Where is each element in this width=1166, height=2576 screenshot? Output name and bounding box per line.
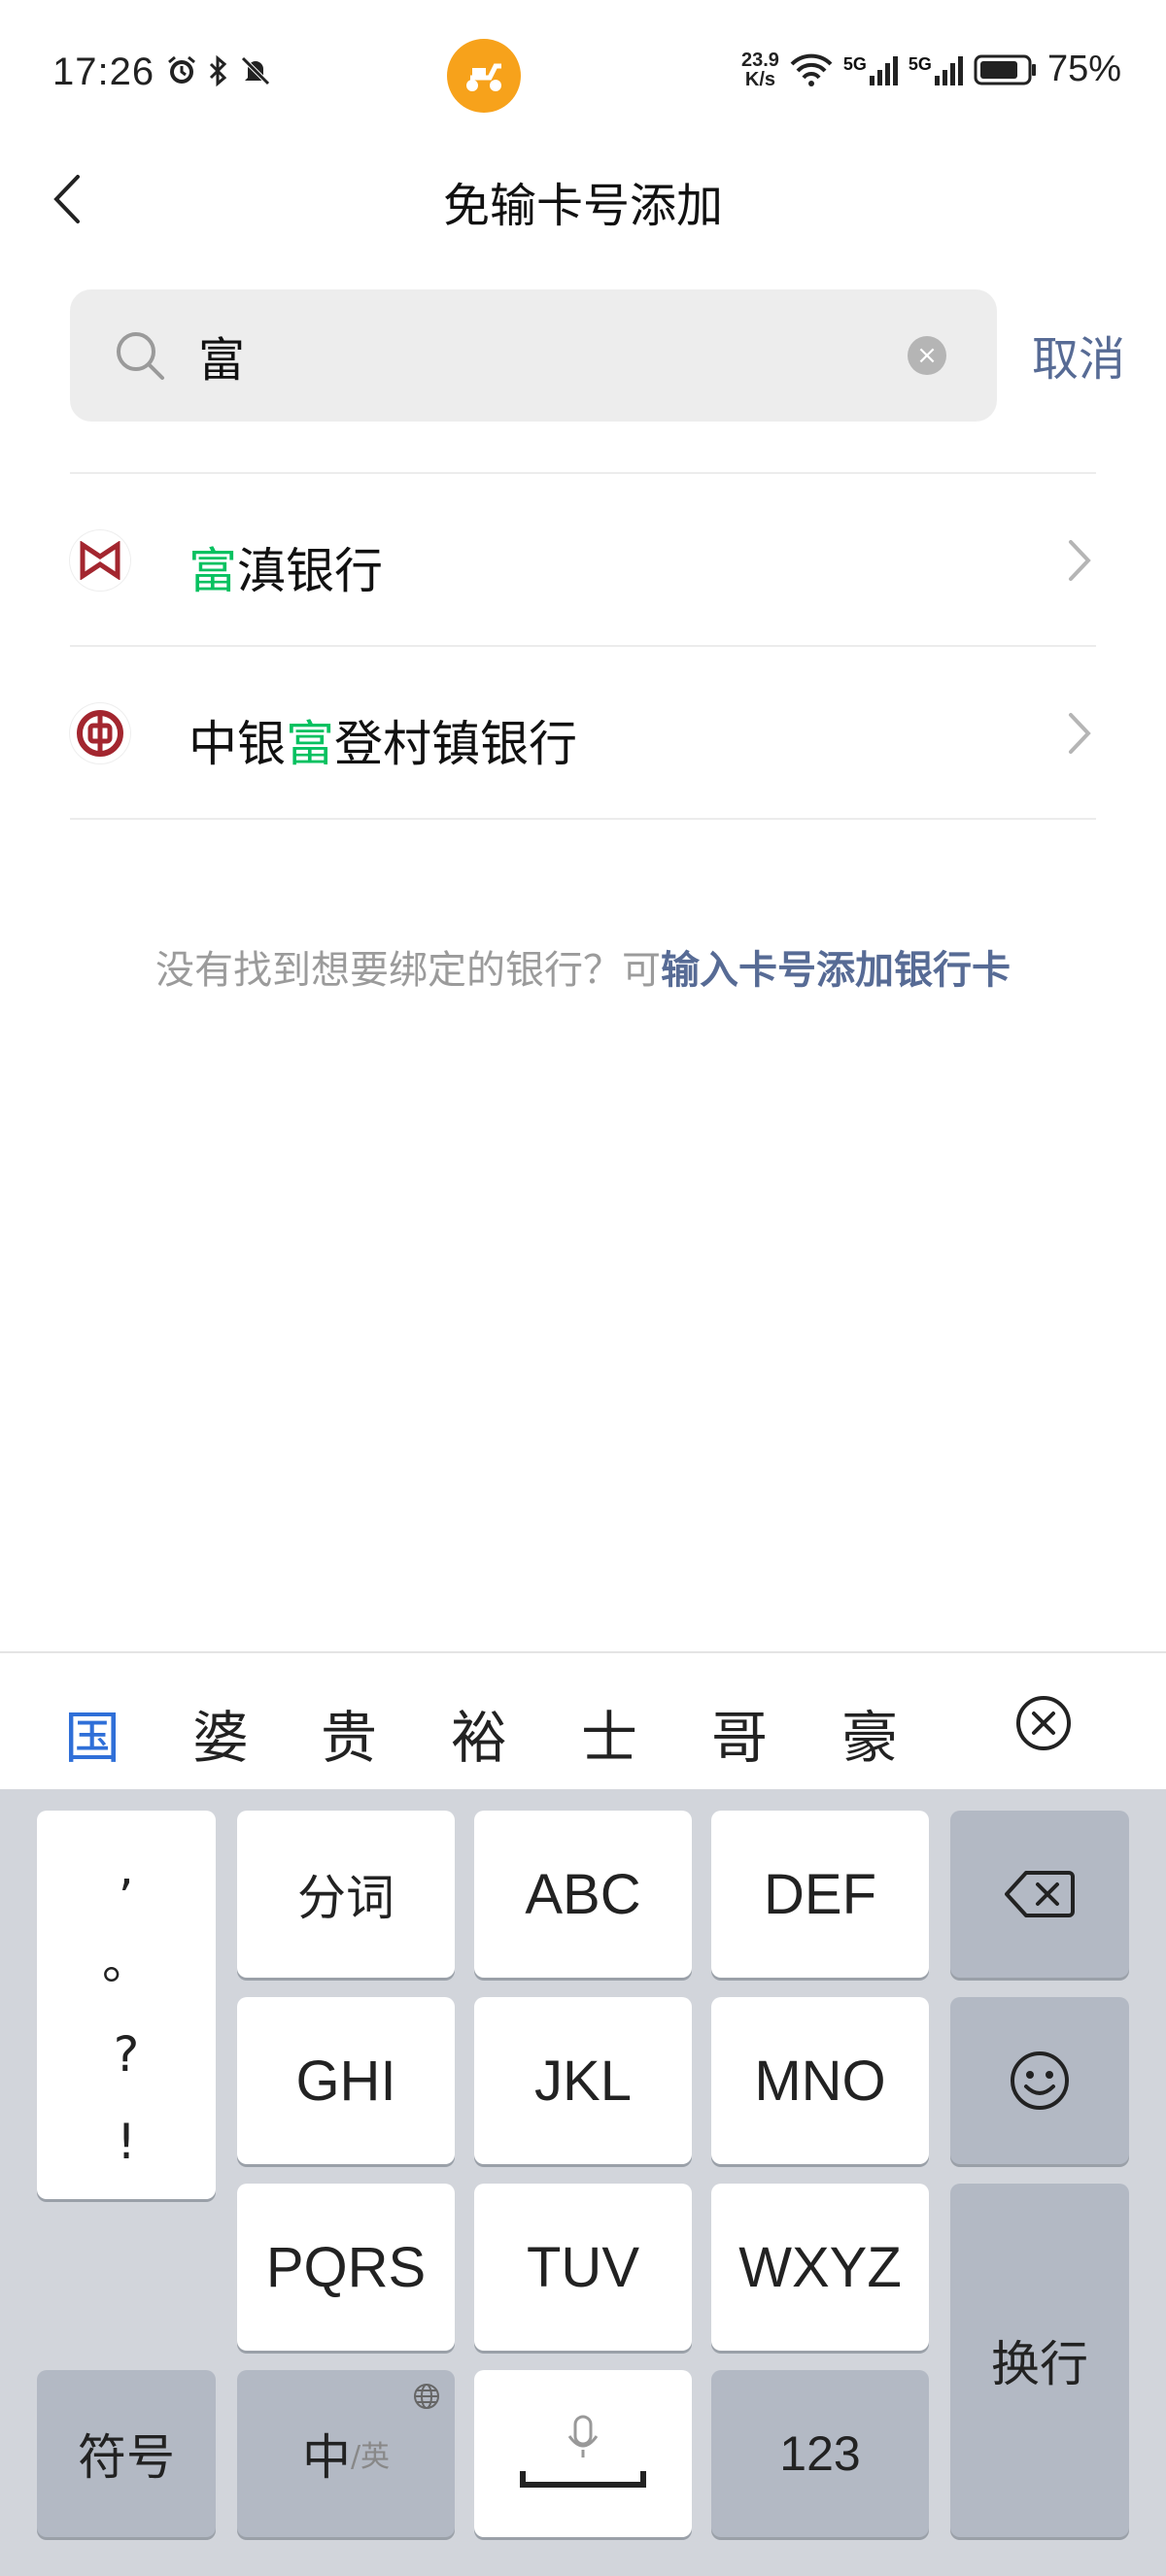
key-ghi[interactable]: GHI: [237, 1997, 455, 2164]
page-title: 免输卡号添加: [442, 179, 723, 233]
emoji-button[interactable]: [950, 1997, 1129, 2164]
signal-bars-icon: [934, 55, 963, 85]
net-speed: 23.9 K/s: [740, 49, 779, 90]
status-bar: 17:26 23.9 K/s 5G 5G 75%: [0, 0, 1166, 146]
bank-name: 富滇银行: [189, 543, 383, 599]
punct-key[interactable]: !: [37, 2114, 216, 2170]
symbols-button[interactable]: 符号: [37, 2370, 216, 2537]
close-candidates-icon[interactable]: [1014, 1694, 1073, 1752]
search-icon: [117, 332, 164, 380]
boc-bank-logo-icon: [70, 703, 130, 763]
ime-candidate-bar: 国 婆 贵 裕 士 哥 豪: [0, 1651, 1166, 1789]
key-mno[interactable]: MNO: [711, 1997, 929, 2164]
key-def[interactable]: DEF: [711, 1811, 929, 1978]
chevron-right-icon: [1069, 540, 1091, 581]
punct-key[interactable]: 。: [37, 1923, 216, 1993]
space-voice-button[interactable]: [474, 2370, 692, 2537]
clear-search-button[interactable]: ×: [908, 336, 946, 375]
search-input[interactable]: [198, 317, 937, 394]
bank-name: 中银富登村镇银行: [189, 716, 577, 772]
list-item[interactable]: 富滇银行: [70, 474, 1096, 647]
signal-5g-1: 5G: [843, 54, 899, 85]
backspace-button[interactable]: [950, 1811, 1129, 1978]
status-icons-right: 23.9 K/s 5G 5G 75%: [741, 49, 1121, 90]
smiley-icon: [1011, 2051, 1069, 2110]
scooter-app-icon: [447, 39, 521, 113]
candidate-item[interactable]: 豪: [841, 1692, 898, 1774]
punct-key[interactable]: ,: [37, 1840, 216, 1896]
chevron-right-icon: [1069, 713, 1091, 754]
status-time: 17:26: [52, 51, 155, 93]
globe-icon: [414, 2384, 439, 2409]
punctuation-column[interactable]: , 。 ? !: [37, 1811, 216, 2199]
enter-button[interactable]: 换行: [950, 2184, 1129, 2537]
wifi-icon: [790, 53, 833, 86]
fudian-bank-logo-icon: [70, 530, 130, 591]
key-pqrs[interactable]: PQRS: [237, 2184, 455, 2351]
key-tuv[interactable]: TUV: [474, 2184, 692, 2351]
candidate-item[interactable]: 婆: [192, 1692, 249, 1774]
not-found-hint: 没有找到想要绑定的银行？可输入卡号添加银行卡: [155, 948, 1011, 993]
lang-switch-button[interactable]: 中/英: [237, 2370, 455, 2537]
key-jkl[interactable]: JKL: [474, 1997, 692, 2164]
bluetooth-icon: [209, 54, 227, 87]
microphone-space-icon: [520, 2415, 646, 2488]
signal-5g-2: 5G: [909, 54, 964, 85]
key-wxyz[interactable]: WXYZ: [711, 2184, 929, 2351]
nav-bar: 免输卡号添加: [0, 146, 1166, 253]
candidate-item[interactable]: 士: [581, 1692, 637, 1774]
candidate-item[interactable]: 国: [64, 1692, 120, 1774]
list-item[interactable]: 中银富登村镇银行: [70, 647, 1096, 820]
battery-percent: 75%: [1046, 49, 1121, 89]
key-fenci[interactable]: 分词: [237, 1811, 455, 1978]
key-abc[interactable]: ABC: [474, 1811, 692, 1978]
bell-muted-icon: [241, 56, 270, 85]
candidate-item[interactable]: 哥: [711, 1692, 768, 1774]
add-card-by-number-link[interactable]: 输入卡号添加银行卡: [661, 948, 1011, 993]
status-icons-left: [165, 54, 272, 87]
backspace-icon: [1005, 1871, 1075, 1917]
battery-icon: [974, 54, 1036, 85]
signal-bars-icon: [869, 55, 898, 85]
bank-result-list: 富滇银行 中银富登村镇银行: [70, 472, 1096, 820]
punct-key[interactable]: ?: [37, 2026, 216, 2083]
numbers-button[interactable]: 123: [711, 2370, 929, 2537]
ime-keyboard: , 。 ? ! 分词 ABC DEF GHI JKL MNO PQRS TUV …: [0, 1789, 1166, 2576]
cancel-button[interactable]: 取消: [1032, 321, 1125, 389]
candidate-item[interactable]: 裕: [451, 1692, 507, 1774]
candidate-item[interactable]: 贵: [321, 1692, 377, 1774]
search-box[interactable]: ×: [70, 289, 997, 422]
close-icon: ×: [916, 341, 938, 370]
alarm-icon: [168, 55, 195, 84]
